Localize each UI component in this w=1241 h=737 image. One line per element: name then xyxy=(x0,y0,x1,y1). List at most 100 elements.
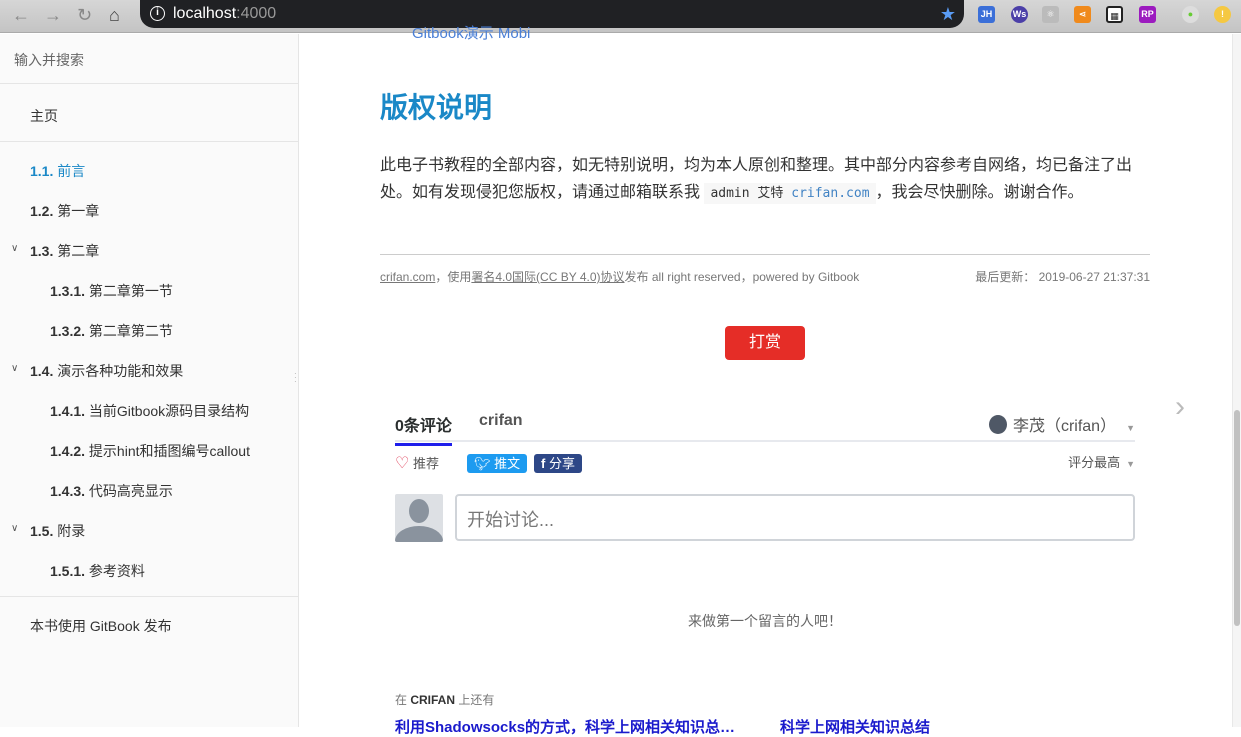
comment-input[interactable]: 开始讨论... xyxy=(455,494,1135,541)
jh-extension-icon[interactable]: JH xyxy=(978,6,995,23)
comment-actions: ♡ 推荐 🐦︎ 推文 f 分享 评分最高 ▼ xyxy=(395,454,1135,474)
caret-down-icon: ▼ xyxy=(1126,423,1135,433)
recommend-button[interactable]: ♡ 推荐 xyxy=(395,453,439,473)
sidebar-item-1-4-2[interactable]: 1.4.2. 提示hint和插图编号callout xyxy=(50,441,250,461)
sidebar-item-1-3[interactable]: 1.3. 第二章 xyxy=(30,241,99,261)
qr-extension-icon[interactable]: ▦ xyxy=(1106,6,1123,23)
footer-text: 发布 all right reserved，powered by Gitbook xyxy=(624,270,860,284)
tweet-button[interactable]: 🐦︎ 推文 xyxy=(467,454,528,473)
tab-comments[interactable]: 0条评论 xyxy=(395,412,452,446)
share-label: 分享 xyxy=(548,456,575,471)
sidebar-resize-handle[interactable]: · · · xyxy=(294,370,297,386)
home-icon[interactable]: ⌂ xyxy=(109,5,120,26)
bookmark-star-icon[interactable]: ★ xyxy=(940,0,956,28)
sidebar-item-1-4[interactable]: 1.4. 演示各种功能和效果 xyxy=(30,361,183,381)
item-label: 参考资料 xyxy=(88,563,145,579)
also-on-heading: 在 CRIFAN 上还有 xyxy=(395,691,494,708)
alert-icon[interactable]: ! xyxy=(1214,6,1231,23)
item-num: 1.4. xyxy=(30,363,54,379)
next-page-chevron-icon[interactable]: › xyxy=(1175,390,1185,424)
sidebar-item-1-4-3[interactable]: 1.4.3. 代码高亮显示 xyxy=(50,481,173,501)
twitter-icon: 🐦︎ xyxy=(474,456,491,471)
footer-text: ，使用 xyxy=(435,270,472,284)
divider xyxy=(0,141,298,142)
user-menu[interactable]: 李茂（crifan） ▼ xyxy=(988,412,1135,436)
code-text: admin 艾特 xyxy=(710,186,792,201)
sidebar-item-1-1[interactable]: 1.1. 前言 xyxy=(30,161,85,181)
item-num: 1.5. xyxy=(30,523,54,539)
site-link[interactable]: crifan.com xyxy=(380,270,435,284)
item-label: 第二章 xyxy=(57,243,100,259)
also-site: CRIFAN xyxy=(410,693,456,707)
profile-avatar-icon[interactable]: ● xyxy=(1182,6,1199,23)
back-icon[interactable]: ← xyxy=(12,5,30,26)
prev-link-partial[interactable]: Gitbook演示 Mobi xyxy=(412,22,530,43)
info-icon[interactable]: i xyxy=(150,6,165,21)
footer-copyright: crifan.com，使用署名4.0国际(CC BY 4.0)协议发布 all … xyxy=(380,268,859,285)
heart-icon: ♡ xyxy=(395,455,410,472)
ws-extension-icon[interactable]: Ws xyxy=(1011,6,1028,23)
share-extension-icon[interactable]: ⋖ xyxy=(1074,6,1091,23)
item-label: 代码高亮显示 xyxy=(88,483,173,499)
also-text: 在 xyxy=(395,693,411,707)
sidebar-item-1-5-1[interactable]: 1.5.1. 参考资料 xyxy=(50,561,145,581)
item-label: 第一章 xyxy=(57,203,100,219)
para-text: ，我会尽快删除。谢谢合作。 xyxy=(875,184,1084,201)
sidebar-item-1-5[interactable]: 1.5. 附录 xyxy=(30,521,85,541)
item-label: 演示各种功能和效果 xyxy=(57,363,184,379)
item-num: 1.4.2. xyxy=(50,443,86,459)
item-label: 附录 xyxy=(57,523,86,539)
sidebar-item-1-3-2[interactable]: 1.3.2. 第二章第二节 xyxy=(50,321,173,341)
facebook-icon: f xyxy=(541,456,546,471)
item-num: 1.4.1. xyxy=(50,403,86,419)
reload-icon[interactable]: ↻ xyxy=(77,5,92,26)
tab-community[interactable]: crifan xyxy=(479,412,523,430)
user-name: 李茂（crifan） xyxy=(1012,418,1117,435)
chevron-down-icon[interactable]: ∨ xyxy=(11,363,18,374)
sidebar: 输入并搜索 主页 1.1. 前言 1.2. 第一章 ∨ 1.3. 第二章 1.3… xyxy=(0,34,299,727)
sort-label: 评分最高 xyxy=(1068,455,1121,470)
comment-tabs: 0条评论 crifan 李茂（crifan） ▼ xyxy=(395,406,1135,446)
sidebar-item-1-3-1[interactable]: 1.3.1. 第二章第一节 xyxy=(50,281,173,301)
page-title: 版权说明 xyxy=(380,92,493,123)
react-extension-icon[interactable]: ⚛ xyxy=(1042,6,1059,23)
also-text: 上还有 xyxy=(455,693,495,707)
search-input[interactable]: 输入并搜索 xyxy=(0,34,298,84)
sidebar-item-1-4-1[interactable]: 1.4.1. 当前Gitbook源码目录结构 xyxy=(50,401,249,421)
item-label: 当前Gitbook源码目录结构 xyxy=(88,403,250,419)
chevron-down-icon[interactable]: ∨ xyxy=(11,243,18,254)
sort-dropdown[interactable]: 评分最高 ▼ xyxy=(1068,452,1135,471)
item-num: 1.4.3. xyxy=(50,483,86,499)
recommend-label: 推荐 xyxy=(412,456,439,471)
address-bar[interactable]: i localhost:4000 ★ xyxy=(140,0,964,28)
reward-button[interactable]: 打赏 xyxy=(725,326,805,360)
divider xyxy=(380,254,1150,255)
email-domain-link[interactable]: crifan.com xyxy=(791,186,869,201)
item-num: 1.5.1. xyxy=(50,563,86,579)
rp-extension-icon[interactable]: RP xyxy=(1139,6,1156,23)
tweet-label: 推文 xyxy=(494,456,521,471)
gitbook-publish-link[interactable]: 本书使用 GitBook 发布 xyxy=(30,616,172,636)
item-label: 第二章第二节 xyxy=(88,323,173,339)
url-port: :4000 xyxy=(236,5,277,22)
forward-icon[interactable]: → xyxy=(44,5,62,26)
item-num: 1.3. xyxy=(30,243,54,259)
sidebar-item-1-2[interactable]: 1.2. 第一章 xyxy=(30,201,99,221)
item-num: 1.2. xyxy=(30,203,54,219)
copyright-paragraph: 此电子书教程的全部内容，如无特别说明，均为本人原创和整理。其中部分内容参考自网络… xyxy=(380,152,1150,207)
item-label: 提示hint和插图编号callout xyxy=(88,443,250,459)
license-link[interactable]: 署名4.0国际(CC BY 4.0)协议 xyxy=(471,270,624,284)
facebook-share-button[interactable]: f 分享 xyxy=(534,454,582,473)
item-num: 1.1. xyxy=(30,163,54,179)
divider xyxy=(0,596,298,597)
sidebar-item-home[interactable]: 主页 xyxy=(30,106,58,126)
item-num: 1.3.2. xyxy=(50,323,86,339)
email-code: admin 艾特 crifan.com xyxy=(704,183,876,204)
item-num: 1.3.1. xyxy=(50,283,86,299)
no-comments-message: 来做第一个留言的人吧！ xyxy=(688,613,842,629)
caret-down-icon: ▼ xyxy=(1126,459,1135,469)
chevron-down-icon[interactable]: ∨ xyxy=(11,523,18,534)
scrollbar-thumb[interactable] xyxy=(1234,410,1240,626)
commenter-avatar xyxy=(395,494,443,542)
item-label: 前言 xyxy=(57,163,86,179)
